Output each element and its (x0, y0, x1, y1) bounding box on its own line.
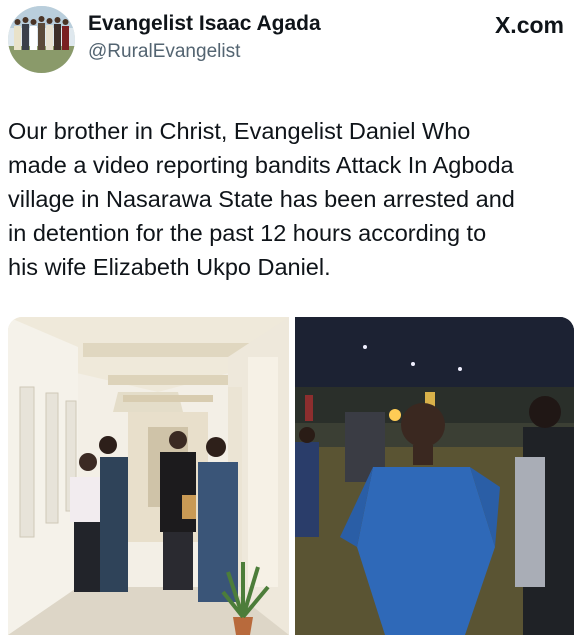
author-handle[interactable]: @RuralEvangelist (88, 41, 240, 63)
tweet-media[interactable] (8, 317, 574, 635)
tweet-text: Our brother in Christ, Evangelist Daniel… (8, 118, 515, 280)
night-crowd-photo[interactable] (295, 317, 574, 635)
tweet-header: Evangelist Isaac Agada @RuralEvangelist … (8, 6, 570, 76)
source-label: X.com (494, 12, 564, 38)
tweet-card: Evangelist Isaac Agada @RuralEvangelist … (0, 0, 578, 635)
avatar[interactable] (8, 6, 75, 73)
author-display-name[interactable]: Evangelist Isaac Agada (88, 12, 321, 36)
corridor-photo[interactable] (8, 317, 289, 635)
